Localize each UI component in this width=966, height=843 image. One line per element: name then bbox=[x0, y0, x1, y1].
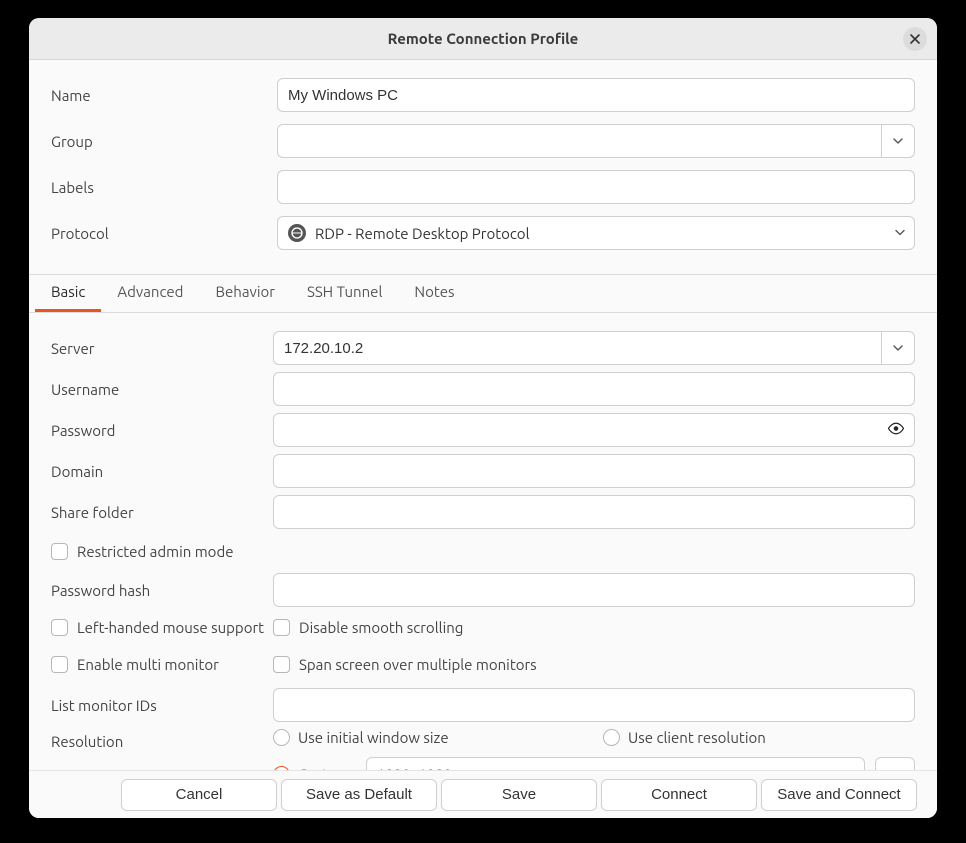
chevron-down-icon bbox=[892, 135, 904, 147]
group-combo[interactable] bbox=[277, 124, 915, 158]
server-combo[interactable] bbox=[273, 331, 915, 365]
chevron-down-icon bbox=[894, 225, 906, 242]
tab-bar: Basic Advanced Behavior SSH Tunnel Notes bbox=[29, 275, 937, 313]
left-handed-mouse-label: Left-handed mouse support bbox=[77, 619, 264, 636]
resolution-client-label: Use client resolution bbox=[628, 729, 766, 746]
restricted-admin-label: Restricted admin mode bbox=[77, 543, 234, 560]
dialog-content: Name Group Labels Prot bbox=[29, 60, 937, 815]
reveal-password-button[interactable] bbox=[887, 420, 905, 441]
dialog-window: Remote Connection Profile Name Group bbox=[29, 18, 937, 818]
share-folder-label: Share folder bbox=[51, 504, 273, 521]
password-input[interactable] bbox=[273, 413, 915, 447]
tab-basic[interactable]: Basic bbox=[35, 273, 101, 312]
enable-multi-monitor-label: Enable multi monitor bbox=[77, 656, 219, 673]
profile-header-form: Name Group Labels Prot bbox=[29, 60, 937, 275]
resolution-label: Resolution bbox=[51, 729, 273, 750]
span-screen-label: Span screen over multiple monitors bbox=[299, 656, 537, 673]
checkbox-icon bbox=[51, 543, 68, 560]
disable-smooth-scrolling-checkbox[interactable]: Disable smooth scrolling bbox=[273, 619, 463, 636]
connect-button[interactable]: Connect bbox=[601, 779, 757, 811]
radio-icon bbox=[273, 729, 290, 746]
tab-basic-body: Server Username Password bbox=[29, 313, 937, 815]
password-hash-input[interactable] bbox=[273, 573, 915, 607]
server-dropdown-button[interactable] bbox=[881, 331, 915, 365]
tab-advanced[interactable]: Advanced bbox=[101, 273, 199, 312]
save-button[interactable]: Save bbox=[441, 779, 597, 811]
dialog-title: Remote Connection Profile bbox=[388, 30, 579, 47]
labels-input[interactable] bbox=[277, 170, 915, 204]
restricted-admin-checkbox[interactable]: Restricted admin mode bbox=[51, 543, 234, 560]
list-monitor-ids-label: List monitor IDs bbox=[51, 697, 273, 714]
list-monitor-ids-input[interactable] bbox=[273, 688, 915, 722]
eye-icon bbox=[887, 420, 905, 438]
server-label: Server bbox=[51, 340, 273, 357]
rdp-protocol-icon bbox=[288, 224, 306, 242]
disable-smooth-scrolling-label: Disable smooth scrolling bbox=[299, 619, 463, 636]
tab-behavior[interactable]: Behavior bbox=[199, 273, 291, 312]
name-label: Name bbox=[51, 87, 277, 104]
group-input[interactable] bbox=[277, 124, 881, 158]
span-screen-checkbox[interactable]: Span screen over multiple monitors bbox=[273, 656, 537, 673]
enable-multi-monitor-checkbox[interactable]: Enable multi monitor bbox=[51, 656, 219, 673]
resolution-initial-label: Use initial window size bbox=[298, 729, 449, 746]
group-label: Group bbox=[51, 133, 277, 150]
checkbox-icon bbox=[51, 656, 68, 673]
username-input[interactable] bbox=[273, 372, 915, 406]
checkbox-icon bbox=[273, 656, 290, 673]
titlebar: Remote Connection Profile bbox=[29, 18, 937, 60]
close-icon bbox=[909, 33, 921, 45]
save-and-connect-button[interactable]: Save and Connect bbox=[761, 779, 917, 811]
group-dropdown-button[interactable] bbox=[881, 124, 915, 158]
protocol-label: Protocol bbox=[51, 225, 277, 242]
protocol-value: RDP - Remote Desktop Protocol bbox=[315, 225, 530, 242]
domain-label: Domain bbox=[51, 463, 273, 480]
save-as-default-button[interactable]: Save as Default bbox=[281, 779, 437, 811]
left-handed-mouse-checkbox[interactable]: Left-handed mouse support bbox=[51, 619, 264, 636]
dialog-footer: Cancel Save as Default Save Connect Save… bbox=[29, 770, 937, 818]
close-button[interactable] bbox=[903, 27, 927, 51]
resolution-initial-radio[interactable]: Use initial window size bbox=[273, 729, 449, 746]
tab-ssh-tunnel[interactable]: SSH Tunnel bbox=[291, 273, 398, 312]
radio-icon bbox=[603, 729, 620, 746]
checkbox-icon bbox=[273, 619, 290, 636]
labels-label: Labels bbox=[51, 179, 277, 196]
name-input[interactable] bbox=[277, 78, 915, 112]
checkbox-icon bbox=[51, 619, 68, 636]
server-input[interactable] bbox=[273, 331, 881, 365]
password-hash-label: Password hash bbox=[51, 582, 273, 599]
chevron-down-icon bbox=[892, 342, 904, 354]
password-label: Password bbox=[51, 422, 273, 439]
resolution-client-radio[interactable]: Use client resolution bbox=[603, 729, 766, 746]
protocol-select[interactable]: RDP - Remote Desktop Protocol bbox=[277, 216, 915, 250]
username-label: Username bbox=[51, 381, 273, 398]
domain-input[interactable] bbox=[273, 454, 915, 488]
cancel-button[interactable]: Cancel bbox=[121, 779, 277, 811]
tab-notes[interactable]: Notes bbox=[398, 273, 470, 312]
share-folder-input[interactable] bbox=[273, 495, 915, 529]
